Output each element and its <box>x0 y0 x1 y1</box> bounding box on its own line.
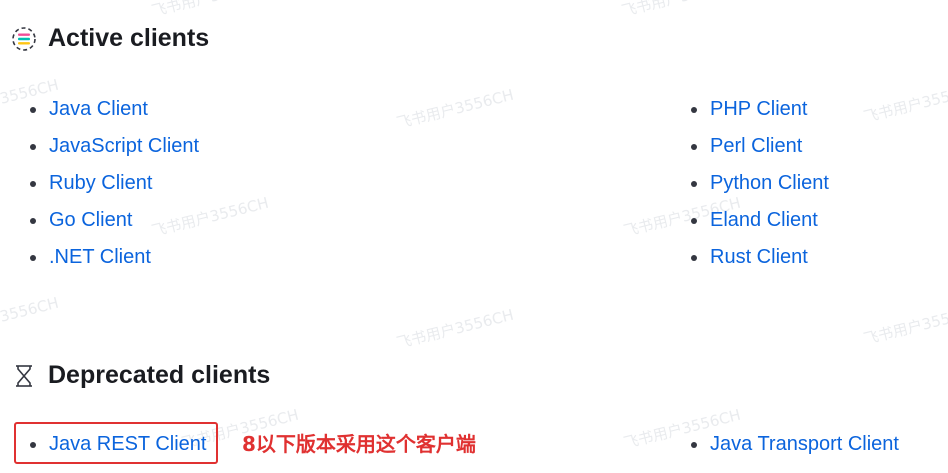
client-link-ruby[interactable]: Ruby Client <box>28 165 199 202</box>
annotation-note: 8以下版本采用这个客户端 <box>242 432 476 456</box>
watermark: 飞书用户3556CH <box>861 301 948 349</box>
client-link-rust[interactable]: Rust Client <box>689 239 829 276</box>
active-clients-heading: Active clients <box>10 24 209 53</box>
watermark: 飞书用户3556CH <box>394 305 516 353</box>
client-link-go[interactable]: Go Client <box>28 202 199 239</box>
watermark: 飞书用户3556CH <box>619 0 741 21</box>
deprecated-clients-title: Deprecated clients <box>48 361 271 389</box>
deprecated-clients-list-right: Java Transport Client <box>689 426 899 463</box>
client-link-perl[interactable]: Perl Client <box>689 128 829 165</box>
watermark: 飞书用户3556CH <box>394 85 516 133</box>
watermark: 飞书用户3556CH <box>861 79 948 127</box>
client-link-php[interactable]: PHP Client <box>689 91 829 128</box>
client-link-java-transport[interactable]: Java Transport Client <box>689 426 899 463</box>
active-clients-list-left: Java Client JavaScript Client Ruby Clien… <box>28 91 199 276</box>
hourglass-icon <box>10 362 38 390</box>
deprecated-clients-heading: Deprecated clients <box>10 361 270 390</box>
highlight-box <box>14 422 218 464</box>
client-link-java[interactable]: Java Client <box>28 91 199 128</box>
active-clients-title: Active clients <box>48 24 210 52</box>
plugs-icon <box>10 25 38 53</box>
client-link-python[interactable]: Python Client <box>689 165 829 202</box>
client-link-dotnet[interactable]: .NET Client <box>28 239 199 276</box>
client-link-eland[interactable]: Eland Client <box>689 202 829 239</box>
watermark: 飞书用户3556CH <box>0 293 61 341</box>
client-link-javascript[interactable]: JavaScript Client <box>28 128 199 165</box>
active-clients-list-right: PHP Client Perl Client Python Client Ela… <box>689 91 829 276</box>
watermark: 飞书用户3556CH <box>149 0 271 21</box>
